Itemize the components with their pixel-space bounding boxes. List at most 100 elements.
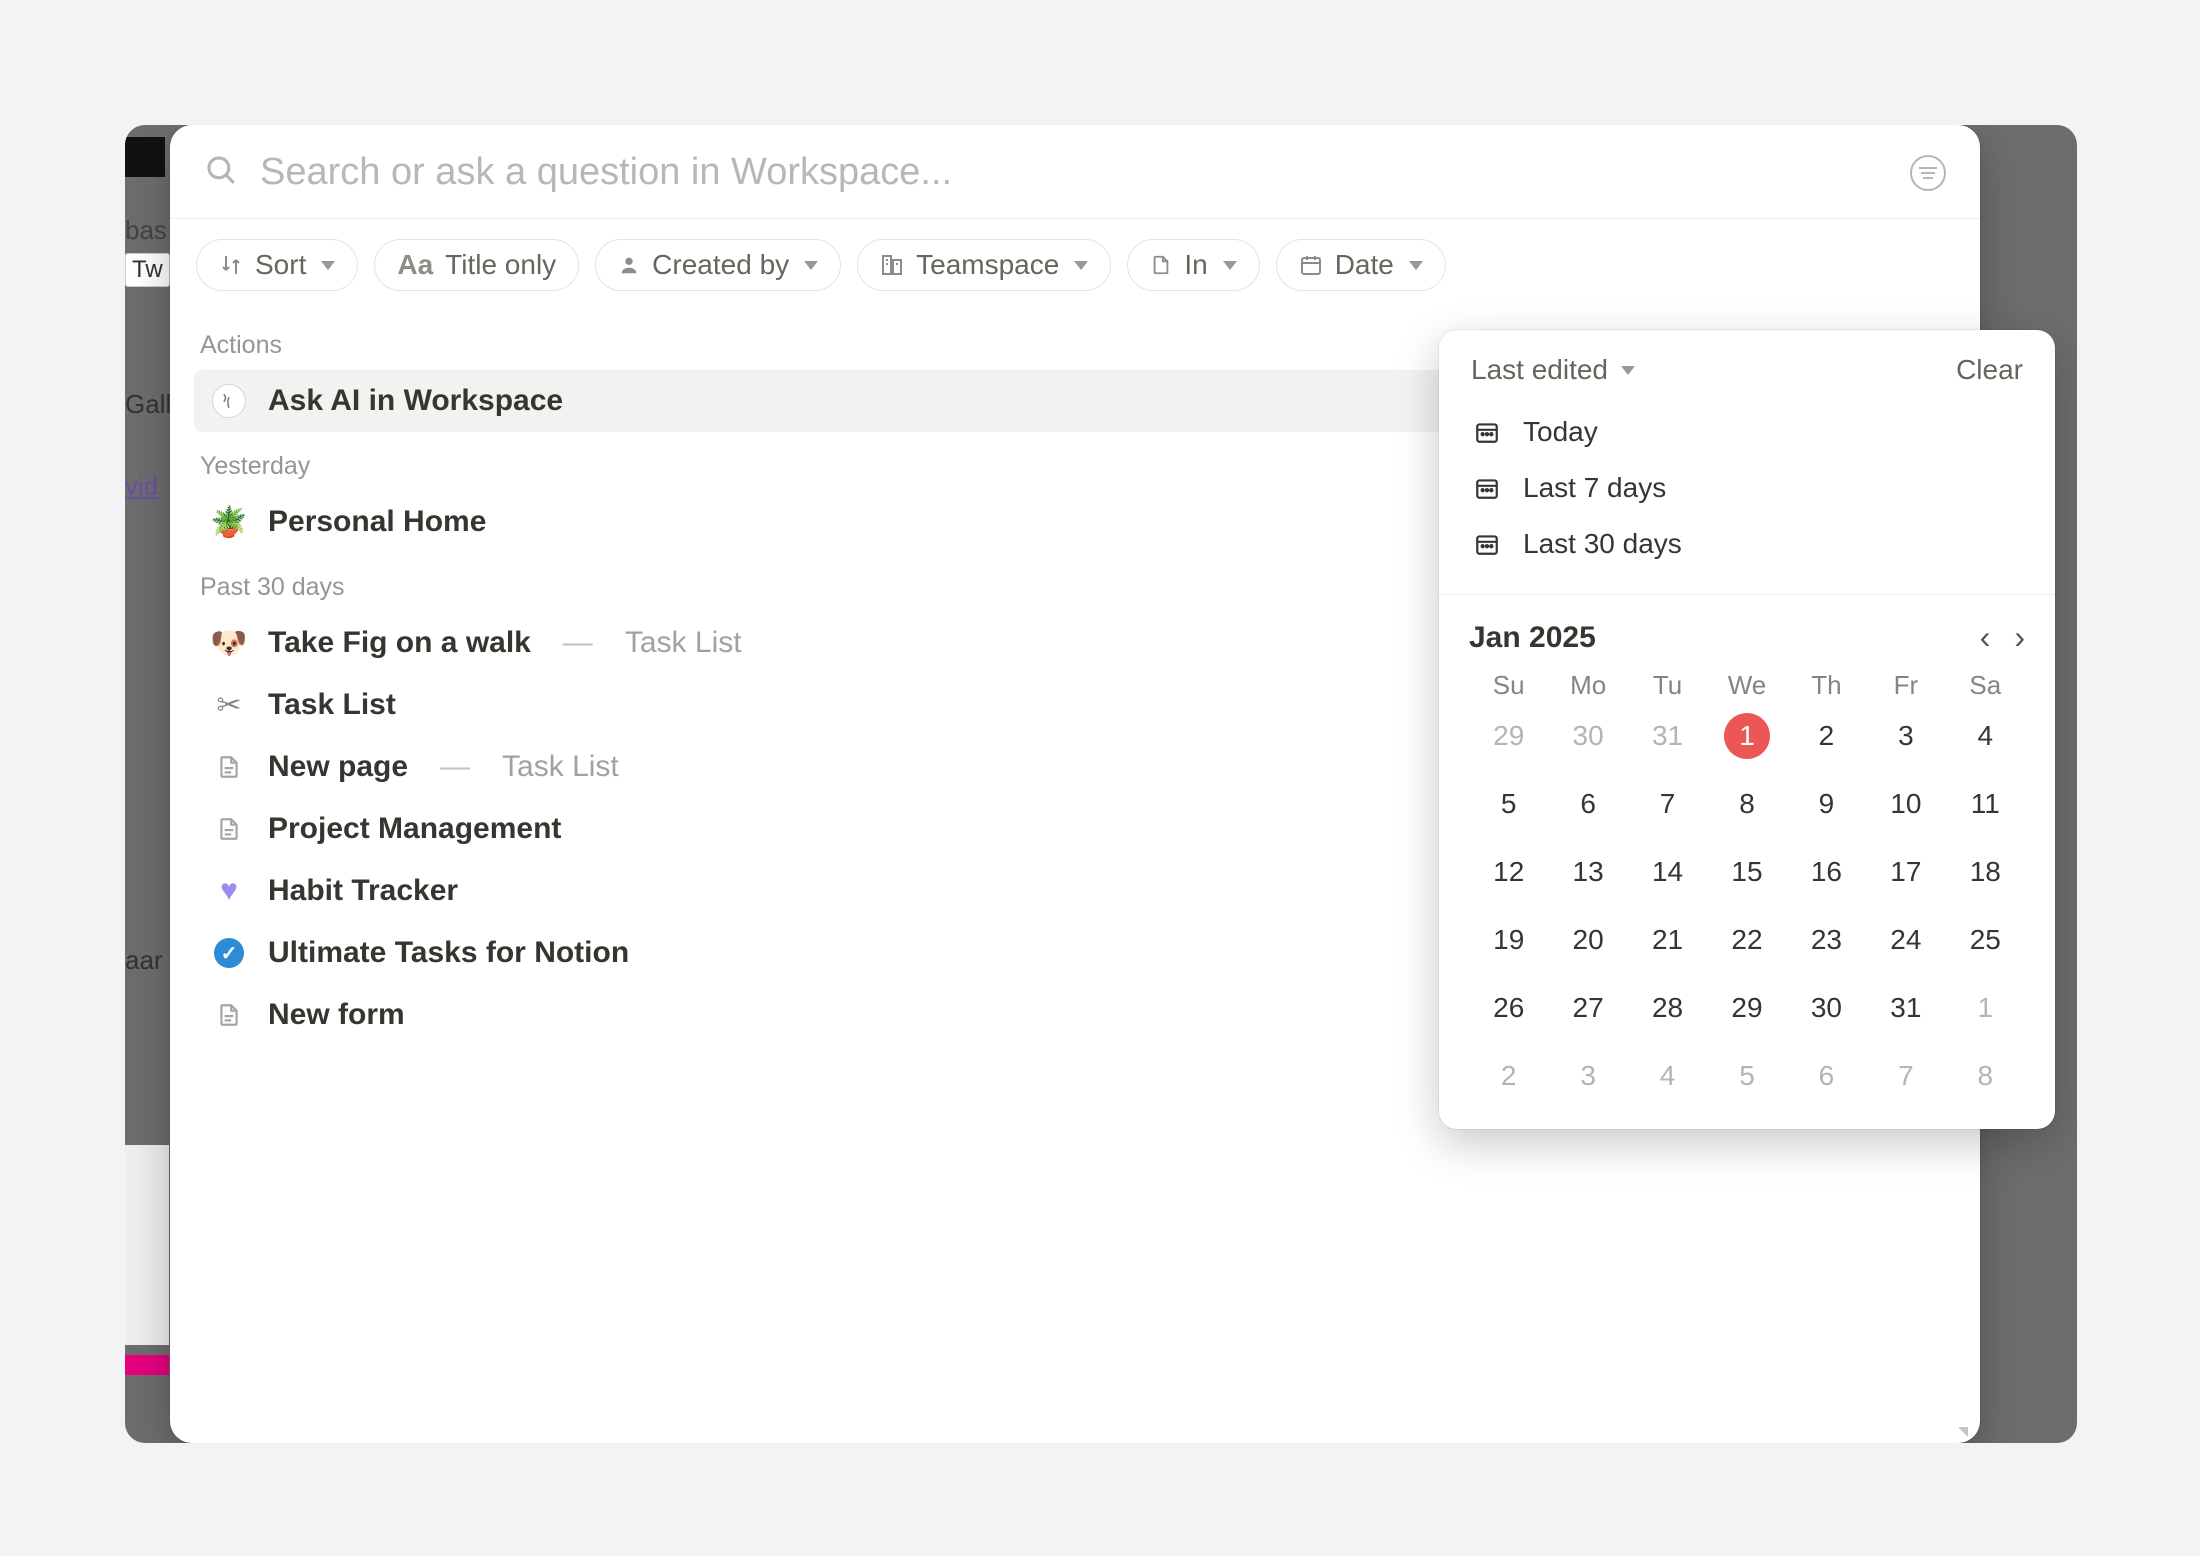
page-icon [212,998,246,1032]
calendar-prev-button[interactable]: ‹ [1980,619,1991,656]
result-title: New page [268,750,408,784]
weekday-label: Su [1469,670,1548,701]
calendar-day[interactable]: 29 [1469,711,1548,761]
dog-emoji-icon: 🐶 [212,626,246,660]
quick-last7-label: Last 7 days [1523,472,1666,504]
calendar-day[interactable]: 22 [1707,915,1786,965]
chevron-down-icon [1409,261,1423,270]
calendar-next-button[interactable]: › [2014,619,2025,656]
result-title: Ultimate Tasks for Notion [268,936,629,970]
quick-last30-label: Last 30 days [1523,528,1682,560]
calendar-day[interactable]: 21 [1628,915,1707,965]
calendar-day[interactable]: 9 [1787,779,1866,829]
check-badge-icon: ✓ [212,936,246,970]
calendar-day[interactable]: 17 [1866,847,1945,897]
app-window: bas Tw Gall vid aar Sort Aa Title only [125,125,2077,1443]
calendar-day[interactable]: 25 [1946,915,2025,965]
calendar-day[interactable]: 4 [1628,1051,1707,1101]
calendar-day[interactable]: 16 [1787,847,1866,897]
chevron-down-icon [1621,366,1635,375]
calendar-day[interactable]: 10 [1866,779,1945,829]
calendar-day[interactable]: 3 [1548,1051,1627,1101]
date-clear-button[interactable]: Clear [1956,354,2023,386]
quick-last30[interactable]: Last 30 days [1461,516,2033,572]
in-chip[interactable]: In [1127,239,1259,291]
title-only-chip[interactable]: Aa Title only [374,239,579,291]
calendar-day[interactable]: 8 [1707,779,1786,829]
quick-today[interactable]: Today [1461,404,2033,460]
weekday-label: Mo [1548,670,1627,701]
date-mode-label: Last edited [1471,354,1608,386]
search-icon [204,153,238,192]
calendar-day[interactable]: 13 [1548,847,1627,897]
calendar-day[interactable]: 2 [1787,711,1866,761]
heart-icon: ♥ [212,874,246,908]
calendar-icon [1471,473,1503,503]
created-by-chip[interactable]: Created by [595,239,841,291]
result-breadcrumb: Task List [502,750,619,784]
title-only-label: Title only [445,249,556,281]
calendar-day[interactable]: 30 [1787,983,1866,1033]
calendar-day[interactable]: 12 [1469,847,1548,897]
calendar-day[interactable]: 29 [1707,983,1786,1033]
calendar-day[interactable]: 1 [1724,713,1770,759]
chevron-down-icon [1074,261,1088,270]
calendar-day[interactable]: 30 [1548,711,1627,761]
date-label: Date [1335,249,1394,281]
chevron-down-icon [321,261,335,270]
calendar-day[interactable]: 11 [1946,779,2025,829]
result-title: Take Fig on a walk [268,626,531,660]
calendar-day[interactable]: 6 [1787,1051,1866,1101]
calendar-days-grid: 2930311234567891011121314151617181920212… [1469,711,2025,1101]
scissors-icon: ✂ [212,688,246,722]
weekday-label: Fr [1866,670,1945,701]
date-chip[interactable]: Date [1276,239,1446,291]
filter-bar: Sort Aa Title only Created by Teamspace … [170,219,1980,311]
calendar-day[interactable]: 18 [1946,847,2025,897]
resize-corner-icon[interactable] [1958,1427,1968,1437]
calendar-day[interactable]: 24 [1866,915,1945,965]
calendar-day[interactable]: 31 [1628,711,1707,761]
calendar-weekday-row: SuMoTuWeThFrSa [1469,670,2025,701]
calendar-day[interactable]: 7 [1866,1051,1945,1101]
quick-today-label: Today [1523,416,1598,448]
calendar-day[interactable]: 8 [1946,1051,2025,1101]
calendar-day[interactable]: 5 [1469,779,1548,829]
calendar-day[interactable]: 1 [1946,983,2025,1033]
calendar-day[interactable]: 19 [1469,915,1548,965]
calendar-month-label: Jan 2025 [1469,621,1596,655]
quick-last7[interactable]: Last 7 days [1461,460,2033,516]
calendar-day[interactable]: 14 [1628,847,1707,897]
calendar-day[interactable]: 26 [1469,983,1548,1033]
calendar-day[interactable]: 7 [1628,779,1707,829]
result-title: Personal Home [268,505,486,539]
result-breadcrumb: Task List [625,626,742,660]
calendar-day[interactable]: 6 [1548,779,1627,829]
filter-lines-icon[interactable] [1910,155,1946,191]
teamspace-label: Teamspace [916,249,1059,281]
calendar-day[interactable]: 4 [1946,711,2025,761]
weekday-label: We [1707,670,1786,701]
sort-label: Sort [255,249,306,281]
calendar-day[interactable]: 31 [1866,983,1945,1033]
sort-chip[interactable]: Sort [196,239,358,291]
calendar-day[interactable]: 27 [1548,983,1627,1033]
page-icon [212,812,246,846]
date-mode-select[interactable]: Last edited [1471,354,1635,386]
search-input[interactable] [260,151,1910,194]
calendar-day[interactable]: 15 [1707,847,1786,897]
calendar-day[interactable]: 5 [1707,1051,1786,1101]
calendar-day[interactable]: 20 [1548,915,1627,965]
page-icon [212,750,246,784]
calendar-icon [1471,529,1503,559]
weekday-label: Th [1787,670,1866,701]
created-by-label: Created by [652,249,789,281]
calendar-icon [1471,417,1503,447]
teamspace-chip[interactable]: Teamspace [857,239,1111,291]
calendar-day[interactable]: 3 [1866,711,1945,761]
calendar-day[interactable]: 28 [1628,983,1707,1033]
calendar-day[interactable]: 23 [1787,915,1866,965]
calendar-day[interactable]: 2 [1469,1051,1548,1101]
result-title: Habit Tracker [268,874,458,908]
in-label: In [1184,249,1207,281]
